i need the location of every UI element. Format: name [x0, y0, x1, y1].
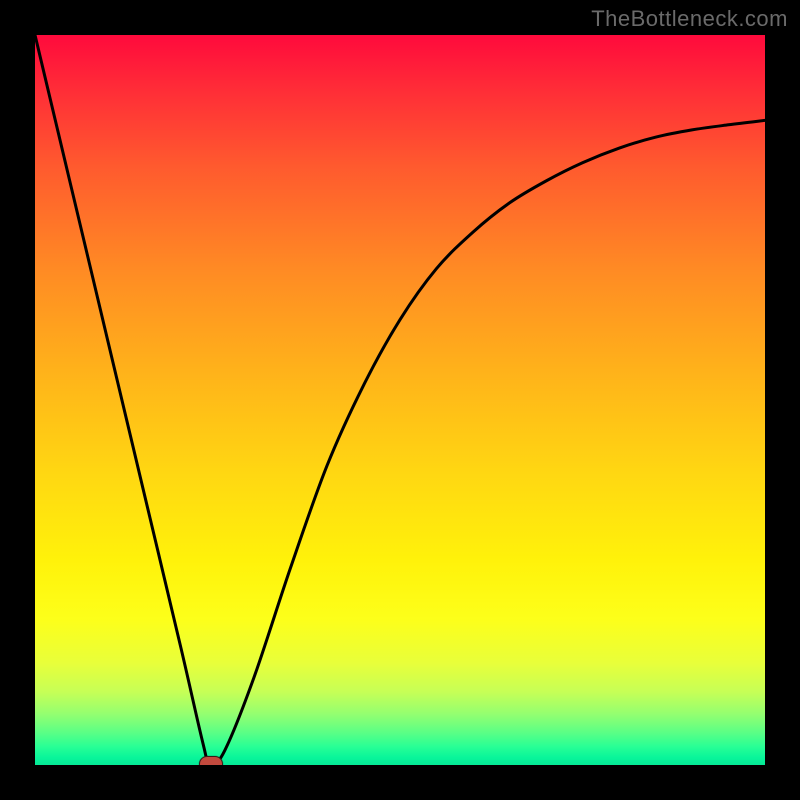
- optimal-marker: [199, 756, 223, 765]
- curve-layer: [35, 35, 765, 765]
- plot-area: [35, 35, 765, 765]
- watermark-text: TheBottleneck.com: [591, 6, 788, 32]
- bottleneck-curve: [35, 35, 765, 765]
- chart-frame: TheBottleneck.com: [0, 0, 800, 800]
